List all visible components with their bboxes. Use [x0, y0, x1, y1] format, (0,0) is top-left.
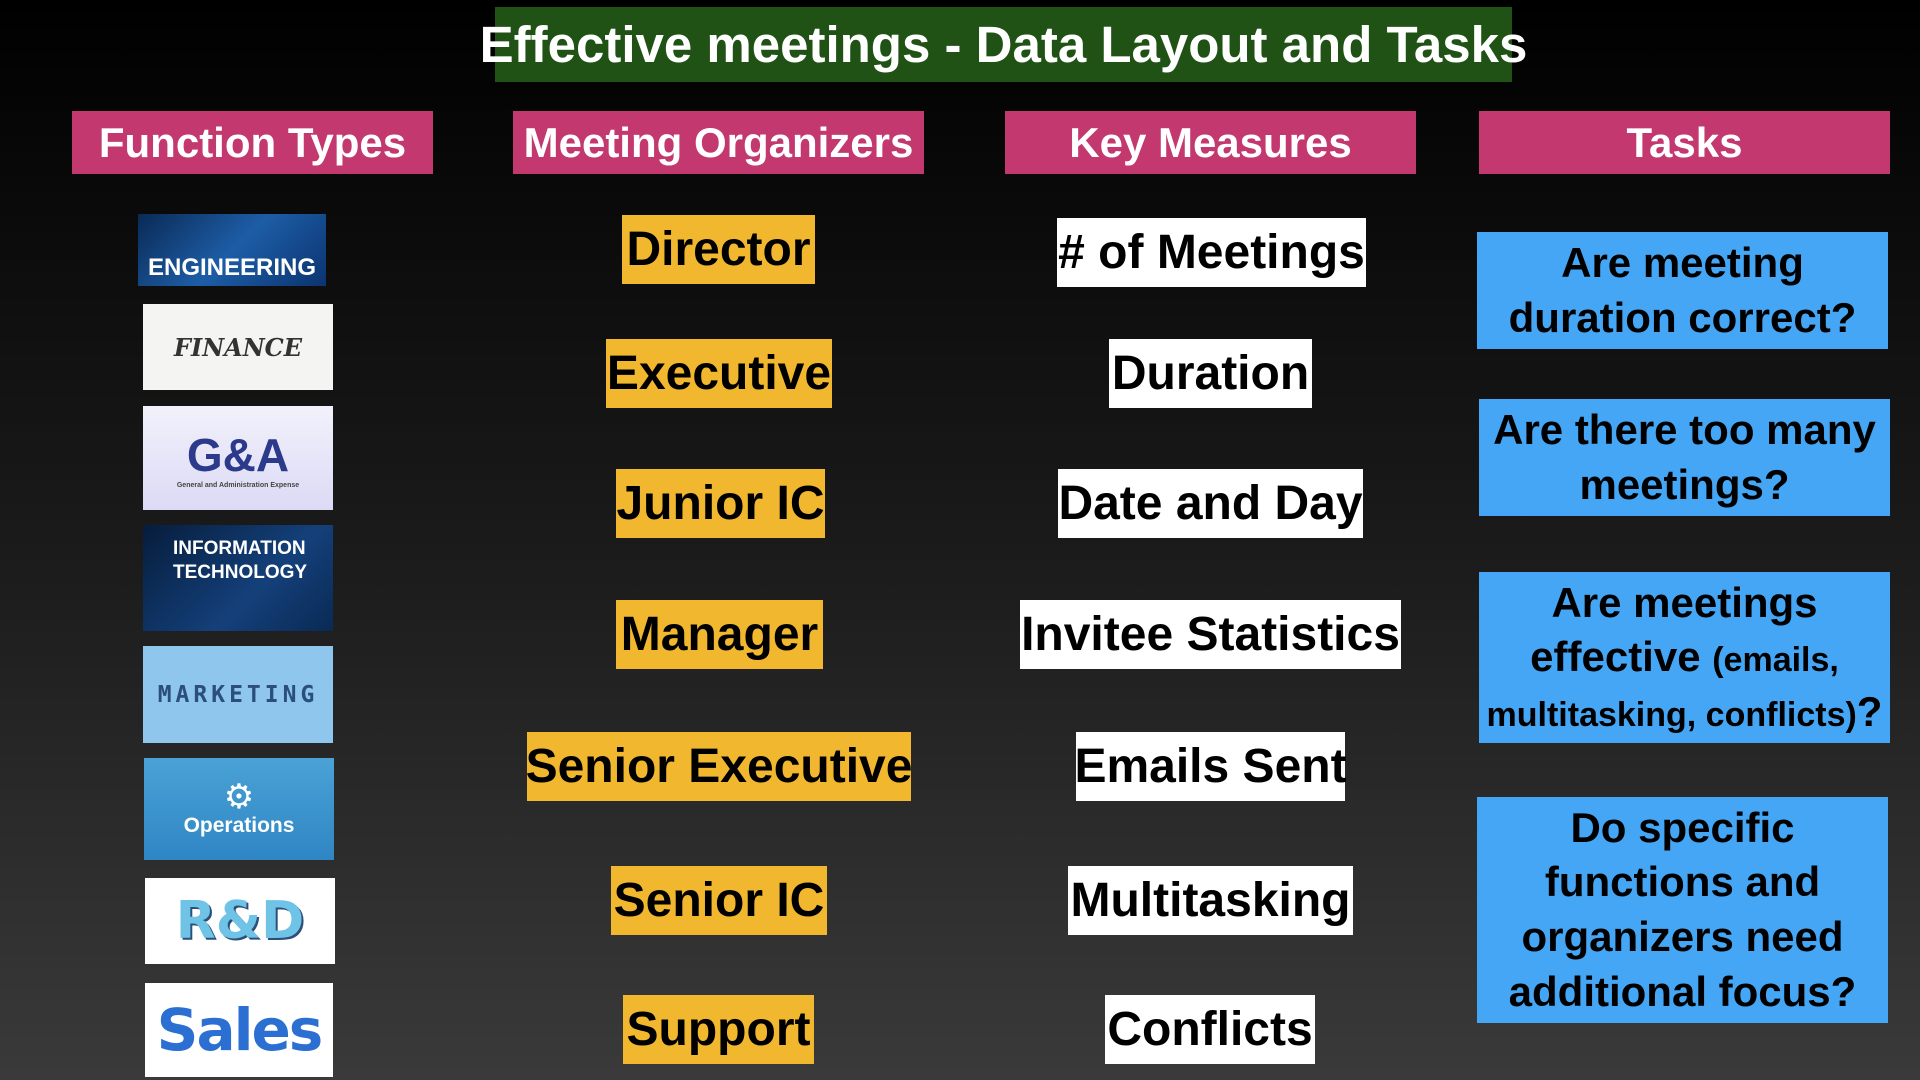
page-title: Effective meetings - Data Layout and Tas… [480, 7, 1527, 82]
ga-sublabel: General and Administration Expense [176, 481, 300, 489]
task-text-group: Are meetings effective (emails, multitas… [1485, 576, 1884, 740]
organizer-manager: Manager [616, 600, 823, 669]
task-duration-correct: Are meeting duration correct? [1477, 232, 1888, 349]
task-suffix: ? [1856, 687, 1883, 735]
gear-icon: ⚙ [223, 778, 255, 816]
header-tasks: Tasks [1479, 111, 1890, 174]
marketing-image: MARKETING [143, 646, 333, 743]
engineering-image: ENGINEERING [138, 214, 326, 286]
organizer-director: Director [622, 215, 815, 284]
it-label: INFORMATION TECHNOLOGY [173, 538, 308, 583]
ga-label: G&A [186, 428, 290, 481]
task-text: Are there too many meetings? [1493, 405, 1876, 508]
header-key-measures: Key Measures [1005, 111, 1416, 174]
organizer-support: Support [623, 995, 814, 1064]
marketing-label: MARKETING [157, 681, 319, 708]
organizer-junior-ic: Junior IC [616, 469, 825, 538]
sales-label: Sales [156, 996, 324, 1064]
sales-image: Sales [145, 983, 333, 1077]
measure-number-of-meetings: # of Meetings [1057, 218, 1366, 287]
organizer-executive: Executive [606, 339, 832, 408]
rd-label: R&D [175, 891, 305, 951]
measure-emails-sent: Emails Sent [1074, 732, 1347, 801]
it-image: INFORMATION TECHNOLOGY [143, 525, 333, 631]
measure-date-and-day: Date and Day [1058, 469, 1363, 538]
rd-image: R&D [145, 878, 335, 964]
task-too-many-meetings: Are there too many meetings? [1479, 399, 1890, 516]
finance-image: FINANCE [143, 304, 333, 390]
task-text: Do specific functions and organizers nee… [1508, 803, 1857, 1015]
header-meeting-organizers: Meeting Organizers [513, 111, 924, 174]
task-additional-focus: Do specific functions and organizers nee… [1477, 797, 1888, 1023]
measure-conflicts: Conflicts [1105, 995, 1315, 1064]
finance-label: FINANCE [173, 332, 303, 362]
measure-invitee-statistics: Invitee Statistics [1020, 600, 1401, 669]
organizer-senior-executive: Senior Executive [526, 732, 912, 801]
operations-label: Operations [183, 814, 295, 837]
measure-duration: Duration [1109, 339, 1312, 408]
task-text: Are meeting duration correct? [1508, 238, 1857, 341]
engineering-label: ENGINEERING [147, 254, 317, 281]
ga-image: G&A General and Administration Expense [143, 406, 333, 510]
operations-image: ⚙ Operations [144, 758, 334, 860]
task-meetings-effective: Are meetings effective (emails, multitas… [1479, 572, 1890, 743]
organizer-senior-ic: Senior IC [611, 866, 827, 935]
measure-multitasking: Multitasking [1068, 866, 1353, 935]
header-function-types: Function Types [72, 111, 433, 174]
